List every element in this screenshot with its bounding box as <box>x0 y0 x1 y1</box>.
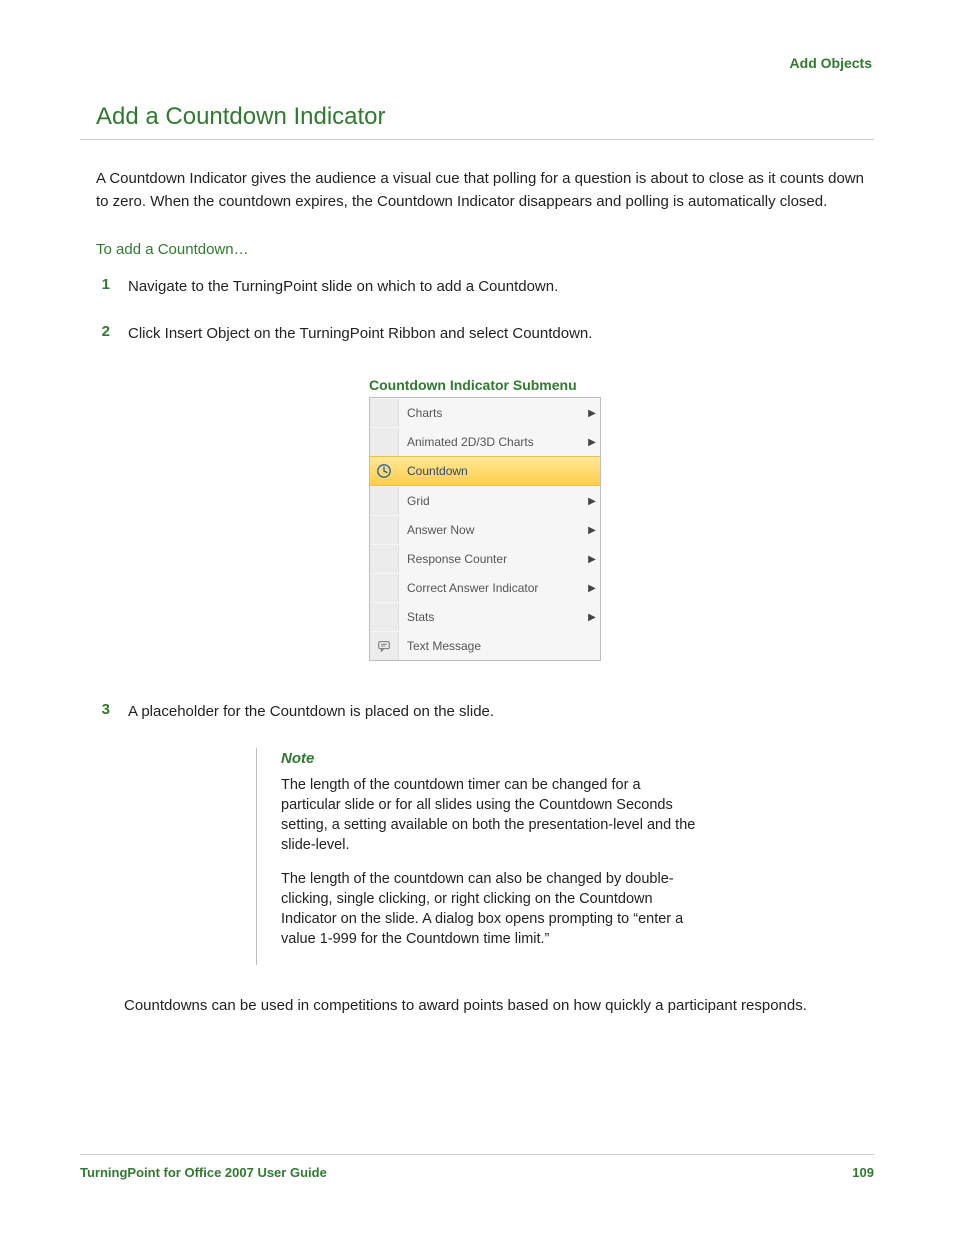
step-3: 3 A placeholder for the Countdown is pla… <box>96 701 874 724</box>
footer-page-number: 109 <box>852 1165 874 1180</box>
step-text: Click Insert Object on the TurningPoint … <box>128 323 592 346</box>
submenu-item-text-message[interactable]: Text Message <box>370 631 600 660</box>
chevron-right-icon: ▶ <box>584 437 600 448</box>
submenu-item-animated-charts[interactable]: Animated 2D/3D Charts ▶ <box>370 427 600 456</box>
step-2: 2 Click Insert Object on the TurningPoin… <box>96 323 874 346</box>
clock-icon <box>370 457 399 485</box>
submenu-item-answer-now[interactable]: Answer Now ▶ <box>370 515 600 544</box>
footer-guide-title: TurningPoint for Office 2007 User Guide <box>80 1165 327 1180</box>
chevron-right-icon: ▶ <box>584 583 600 594</box>
chevron-right-icon: ▶ <box>584 496 600 507</box>
submenu-figure: Countdown Indicator Submenu Charts ▶ Ani… <box>369 377 601 661</box>
note-paragraph: The length of the countdown can also be … <box>281 869 701 949</box>
submenu-item-correct-answer[interactable]: Correct Answer Indicator ▶ <box>370 573 600 602</box>
submenu-icon-slot <box>370 574 399 602</box>
submenu: Charts ▶ Animated 2D/3D Charts ▶ <box>369 397 601 661</box>
page-title: Add a Countdown Indicator <box>96 103 874 131</box>
submenu-item-response-counter[interactable]: Response Counter ▶ <box>370 544 600 573</box>
section-header: Add Objects <box>80 55 874 71</box>
note-paragraph: The length of the countdown timer can be… <box>281 775 701 855</box>
step-text: Navigate to the TurningPoint slide on wh… <box>128 276 558 299</box>
note-block: Note The length of the countdown timer c… <box>256 748 701 965</box>
footer-rule <box>80 1154 874 1155</box>
submenu-icon-slot <box>370 516 399 544</box>
submenu-icon-slot <box>370 487 399 515</box>
submenu-icon-slot <box>370 399 399 427</box>
submenu-item-label: Grid <box>399 494 584 508</box>
submenu-item-label: Animated 2D/3D Charts <box>399 435 584 449</box>
figure-caption: Countdown Indicator Submenu <box>369 377 601 393</box>
submenu-item-stats[interactable]: Stats ▶ <box>370 602 600 631</box>
intro-paragraph: A Countdown Indicator gives the audience… <box>96 168 874 213</box>
chevron-right-icon: ▶ <box>584 612 600 623</box>
procedure-heading: To add a Countdown… <box>96 241 874 258</box>
submenu-item-label: Stats <box>399 610 584 624</box>
step-number: 3 <box>96 701 110 724</box>
message-icon <box>370 632 399 660</box>
submenu-icon-slot <box>370 428 399 456</box>
submenu-item-grid[interactable]: Grid ▶ <box>370 486 600 515</box>
title-rule <box>80 139 874 140</box>
submenu-icon-slot <box>370 603 399 631</box>
submenu-item-label: Charts <box>399 406 584 420</box>
submenu-item-label: Response Counter <box>399 552 584 566</box>
closing-paragraph: Countdowns can be used in competitions t… <box>124 995 874 1018</box>
submenu-item-label: Answer Now <box>399 523 584 537</box>
step-number: 1 <box>96 276 110 299</box>
note-heading: Note <box>281 750 701 767</box>
chevron-right-icon: ▶ <box>584 554 600 565</box>
submenu-item-label: Text Message <box>399 639 584 653</box>
submenu-item-countdown[interactable]: Countdown <box>370 456 600 486</box>
step-text: A placeholder for the Countdown is place… <box>128 701 494 724</box>
step-1: 1 Navigate to the TurningPoint slide on … <box>96 276 874 299</box>
chevron-right-icon: ▶ <box>584 525 600 536</box>
submenu-item-label: Correct Answer Indicator <box>399 581 584 595</box>
step-number: 2 <box>96 323 110 346</box>
chevron-right-icon: ▶ <box>584 408 600 419</box>
submenu-icon-slot <box>370 545 399 573</box>
submenu-item-charts[interactable]: Charts ▶ <box>370 398 600 427</box>
submenu-item-label: Countdown <box>399 464 584 478</box>
page-footer: TurningPoint for Office 2007 User Guide … <box>80 1146 874 1180</box>
